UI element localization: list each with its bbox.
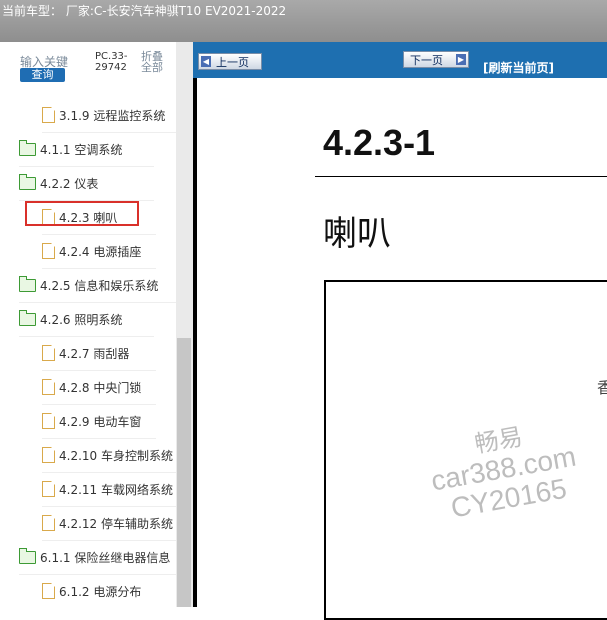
document-icon — [42, 345, 55, 361]
window-title-bar: 当前车型： 厂家:C-长安汽车神骐T10 EV2021-2022 — [0, 0, 607, 42]
tree-item[interactable]: 4.2.10 车身控制系统 — [42, 438, 176, 473]
tree-item-label: 3.1.9 远程监控系统 — [59, 108, 166, 123]
document-icon — [42, 515, 55, 531]
tree-item[interactable]: 6.1.2 电源分布 — [42, 574, 156, 607]
tree-item-label: 4.2.11 车载网络系统 — [59, 482, 173, 497]
tree-item[interactable]: 4.2.12 停车辅助系统 — [42, 506, 176, 541]
folder-icon — [19, 309, 36, 326]
tree-item[interactable]: 4.2.11 车载网络系统 — [42, 472, 176, 507]
tree-item[interactable]: 4.2.6 照明系统 — [19, 302, 154, 337]
tree-item-label: 4.2.8 中央门锁 — [59, 380, 142, 395]
document-icon — [42, 413, 55, 429]
title-divider — [315, 176, 607, 177]
tree-item[interactable]: 6.1.1 保险丝继电器信息 — [19, 540, 176, 575]
prev-page-button[interactable]: ◀ 上一页 — [198, 53, 262, 70]
tree-item[interactable]: 4.2.8 中央门锁 — [42, 370, 156, 405]
selection-highlight — [25, 201, 139, 226]
prev-page-label: 上一页 — [216, 56, 249, 69]
tree-item[interactable]: 4.1.1 空调系统 — [19, 132, 154, 167]
pc-code: PC.33-29742 — [95, 51, 128, 73]
tree-item[interactable]: 4.2.2 仪表 — [19, 166, 154, 201]
arrow-left-icon: ◀ — [201, 56, 211, 67]
document-frame: ◀ 上一页 下一页 ▶ [刷新当前页] 4.2.3-1 喇叭 香 — [193, 42, 607, 620]
sidebar-scrollbar-thumb[interactable] — [177, 338, 191, 607]
tree-item-label: 6.1.2 电源分布 — [59, 584, 142, 599]
refresh-page-link[interactable]: [刷新当前页] — [483, 59, 554, 76]
tree-item-label: 4.2.5 信息和娱乐系统 — [40, 278, 159, 293]
document-code: 4.2.3-1 — [323, 122, 436, 163]
query-button[interactable]: 查询 — [20, 68, 65, 82]
sidebar: 输入关键 查询 PC.33-29742 折叠全部 3.1.9 远程监控系统 4.… — [0, 42, 193, 607]
tree-item[interactable]: 3.1.9 远程监控系统 — [42, 98, 176, 133]
document-icon — [42, 481, 55, 497]
folder-icon — [19, 547, 36, 564]
tree-item-label: 4.2.4 电源插座 — [59, 244, 142, 259]
tree-item[interactable]: 4.2.9 电动车窗 — [42, 404, 156, 439]
collapse-all-link[interactable]: 折叠全部 — [141, 51, 171, 73]
tree-item-label: 4.1.1 空调系统 — [40, 142, 123, 157]
tree-item-label: 4.2.10 车身控制系统 — [59, 448, 173, 463]
document-icon — [42, 447, 55, 463]
tree-item-label: 4.2.2 仪表 — [40, 176, 99, 191]
document-title: 喇叭 — [323, 214, 391, 254]
document-content: 4.2.3-1 喇叭 香 — [197, 78, 607, 620]
next-page-label: 下一页 — [410, 54, 443, 67]
document-icon — [42, 379, 55, 395]
folder-icon — [19, 139, 36, 156]
folder-icon — [19, 173, 36, 190]
diagram-partial-text: 香 — [597, 378, 607, 397]
current-model-title: 当前车型： 厂家:C-长安汽车神骐T10 EV2021-2022 — [2, 4, 287, 18]
tree-item[interactable]: 4.2.7 雨刮器 — [42, 336, 156, 371]
tree-item[interactable]: 4.2.5 信息和娱乐系统 — [19, 268, 176, 303]
tree-item-label: 4.2.6 照明系统 — [40, 312, 123, 327]
tree-item-label: 4.2.12 停车辅助系统 — [59, 516, 173, 531]
next-page-button[interactable]: 下一页 ▶ — [403, 51, 469, 68]
tree-item-label: 4.2.7 雨刮器 — [59, 346, 130, 361]
arrow-right-icon: ▶ — [456, 54, 466, 65]
document-icon — [42, 243, 55, 259]
tree-item-label: 4.2.9 电动车窗 — [59, 414, 142, 429]
tree-item-label: 6.1.1 保险丝继电器信息 — [40, 550, 171, 565]
sidebar-search-area: 输入关键 查询 PC.33-29742 折叠全部 — [0, 42, 193, 90]
document-icon — [42, 583, 55, 599]
folder-icon — [19, 275, 36, 292]
page-toolbar: ◀ 上一页 下一页 ▶ [刷新当前页] — [193, 42, 607, 78]
document-icon — [42, 107, 55, 123]
tree-item[interactable]: 4.2.4 电源插座 — [42, 234, 156, 269]
